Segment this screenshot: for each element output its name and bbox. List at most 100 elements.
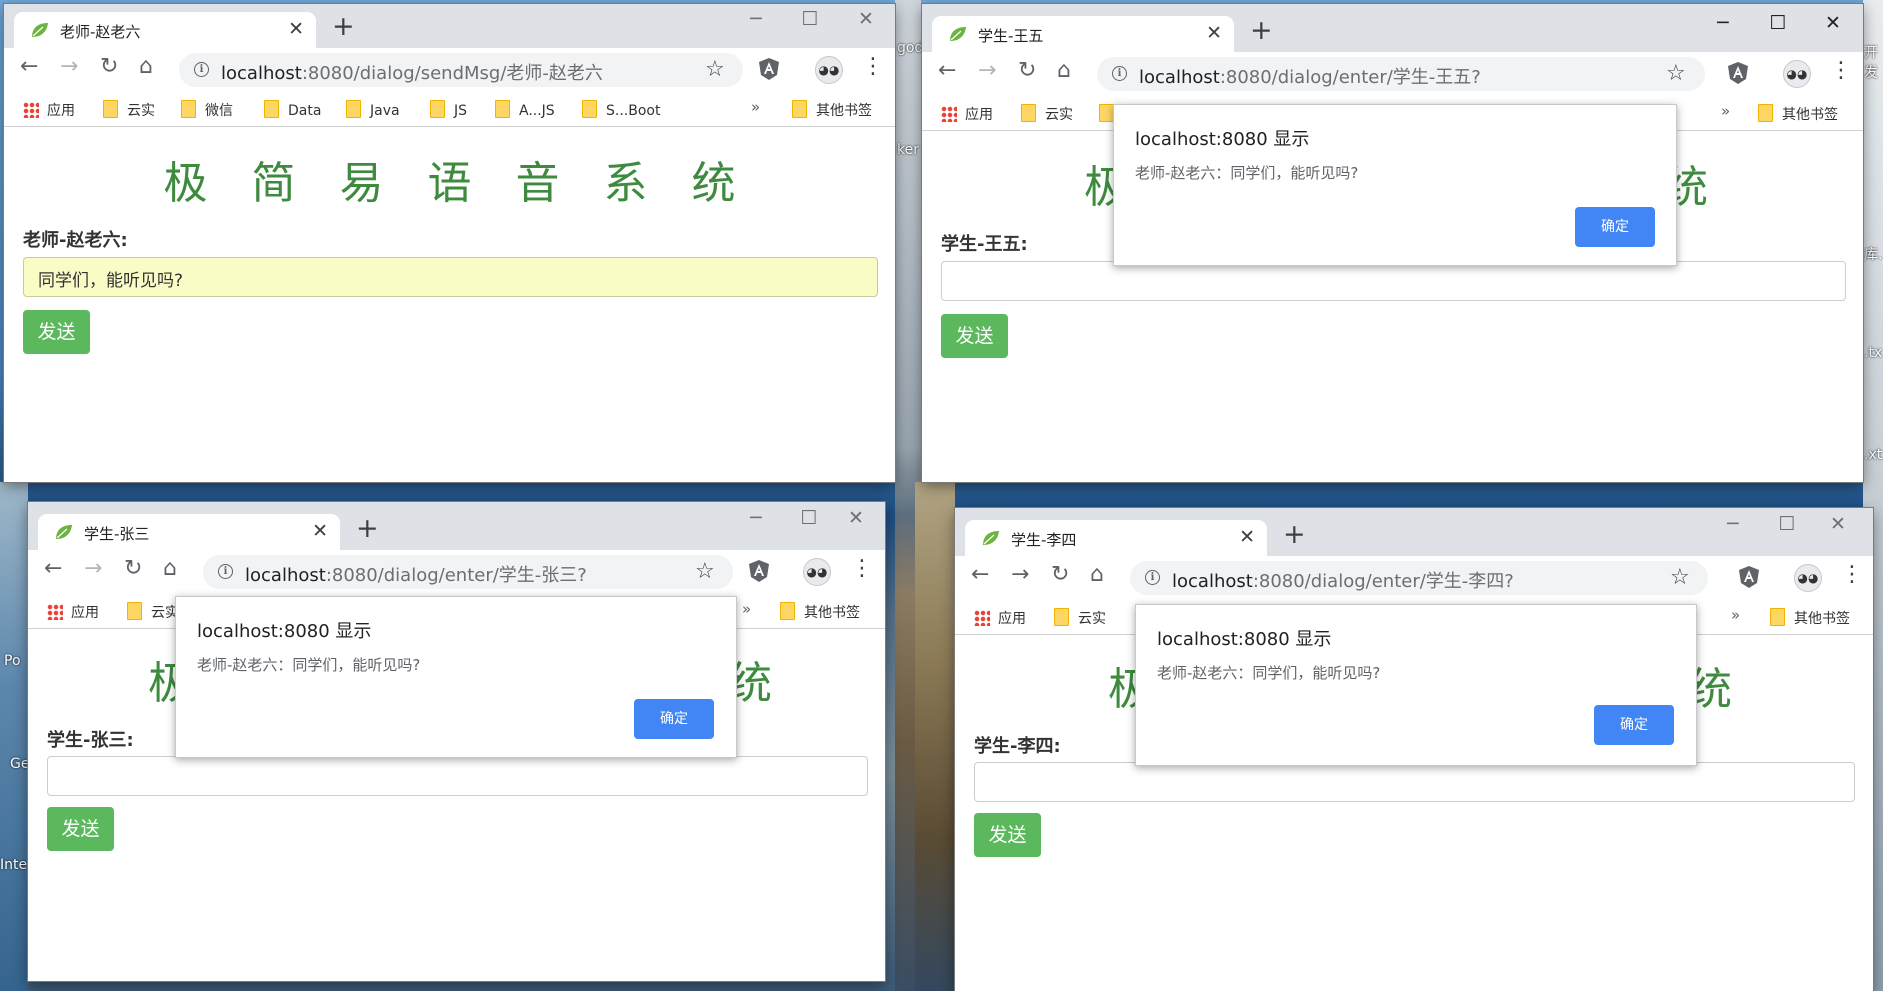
- bookmark-yunshi[interactable]: 云实: [103, 100, 155, 120]
- maximize-button[interactable]: ☐: [1772, 513, 1802, 535]
- bookmark-other[interactable]: 其他书签: [792, 100, 872, 120]
- maximize-button[interactable]: ☐: [795, 8, 825, 30]
- tab-lisi[interactable]: 学生-李四 ✕: [965, 520, 1267, 556]
- reload-button[interactable]: ↻: [124, 556, 142, 581]
- minimize-button[interactable]: ─: [741, 507, 771, 529]
- bookmark-other[interactable]: 其他书签: [1770, 608, 1850, 628]
- send-button[interactable]: 发送: [974, 813, 1041, 857]
- bookmarks-overflow-button[interactable]: »: [742, 600, 751, 618]
- maximize-button[interactable]: ☐: [1763, 12, 1793, 34]
- reload-button[interactable]: ↻: [1018, 58, 1036, 83]
- angular-extension-icon[interactable]: [749, 560, 769, 582]
- back-button[interactable]: ←: [20, 54, 38, 79]
- address-bar[interactable]: i localhost:8080/dialog/enter/学生-李四? ☆: [1130, 561, 1708, 595]
- tab-zhangsan[interactable]: 学生-张三 ✕: [38, 514, 340, 550]
- back-button[interactable]: ←: [44, 556, 62, 581]
- forward-button[interactable]: →: [84, 556, 102, 581]
- bookmark-yunshi[interactable]: 云实: [127, 602, 179, 622]
- bookmark-java[interactable]: Java: [346, 100, 400, 119]
- bookmark-yunshi[interactable]: 云实: [1021, 104, 1073, 124]
- bookmarks-overflow-button[interactable]: »: [1721, 102, 1730, 120]
- bookmark-weixin[interactable]: 微信: [181, 100, 233, 120]
- alert-ok-button[interactable]: 确定: [1575, 207, 1655, 247]
- new-tab-button[interactable]: +: [1283, 521, 1306, 548]
- angular-extension-icon[interactable]: [1739, 566, 1759, 588]
- bookmarks-overflow-button[interactable]: »: [1731, 606, 1740, 624]
- tab-close-icon[interactable]: ✕: [312, 520, 328, 542]
- message-input[interactable]: [47, 756, 868, 796]
- bookmark-apps[interactable]: 应用: [23, 100, 75, 120]
- tab-close-icon[interactable]: ✕: [288, 18, 304, 40]
- message-input[interactable]: [941, 261, 1846, 301]
- bookmark-apps[interactable]: 应用: [941, 104, 993, 124]
- bookmarks-overflow-button[interactable]: »: [751, 98, 760, 116]
- tab-wangwu[interactable]: 学生-王五 ✕: [932, 16, 1234, 52]
- bookmark-apps[interactable]: 应用: [47, 602, 99, 622]
- info-icon[interactable]: i: [1112, 66, 1127, 81]
- new-tab-button[interactable]: +: [332, 13, 355, 40]
- close-window-button[interactable]: ✕: [841, 507, 871, 529]
- forward-button[interactable]: →: [978, 58, 996, 83]
- profile-avatar[interactable]: ◕◕: [1794, 564, 1822, 592]
- close-window-button[interactable]: ✕: [1818, 12, 1848, 34]
- address-bar[interactable]: i localhost:8080/dialog/sendMsg/老师-赵老六 ☆: [179, 53, 743, 87]
- angular-extension-icon[interactable]: [759, 58, 779, 80]
- alert-ok-button[interactable]: 确定: [634, 699, 714, 739]
- url-text[interactable]: localhost:8080/dialog/sendMsg/老师-赵老六: [221, 59, 603, 85]
- message-input[interactable]: 同学们，能听见吗?: [23, 257, 878, 297]
- send-button[interactable]: 发送: [47, 807, 114, 851]
- tab-close-icon[interactable]: ✕: [1239, 526, 1255, 548]
- menu-icon[interactable]: ⋮: [1830, 58, 1852, 83]
- info-icon[interactable]: i: [194, 62, 209, 77]
- minimize-button[interactable]: ─: [741, 8, 771, 30]
- maximize-button[interactable]: ☐: [794, 507, 824, 529]
- menu-icon[interactable]: ⋮: [851, 556, 873, 581]
- tab-close-icon[interactable]: ✕: [1206, 22, 1222, 44]
- address-bar[interactable]: i localhost:8080/dialog/enter/学生-张三? ☆: [203, 555, 733, 589]
- tab-teacher[interactable]: 老师-赵老六 ✕: [14, 12, 316, 48]
- info-icon[interactable]: i: [218, 564, 233, 579]
- alert-ok-button[interactable]: 确定: [1594, 705, 1674, 745]
- bookmark-star-icon[interactable]: ☆: [695, 559, 715, 584]
- reload-button[interactable]: ↻: [1051, 562, 1069, 587]
- message-input[interactable]: [974, 762, 1855, 802]
- menu-icon[interactable]: ⋮: [1841, 562, 1863, 587]
- home-button[interactable]: ⌂: [1090, 562, 1104, 587]
- angular-extension-icon[interactable]: [1728, 62, 1748, 84]
- profile-avatar[interactable]: ◕◕: [803, 558, 831, 586]
- profile-avatar[interactable]: ◕◕: [1783, 60, 1811, 88]
- home-button[interactable]: ⌂: [139, 54, 153, 79]
- info-icon[interactable]: i: [1145, 570, 1160, 585]
- url-text[interactable]: localhost:8080/dialog/enter/学生-王五?: [1139, 63, 1481, 89]
- bookmark-other[interactable]: 其他书签: [780, 602, 860, 622]
- address-bar[interactable]: i localhost:8080/dialog/enter/学生-王五? ☆: [1097, 57, 1705, 91]
- bookmark-yunshi[interactable]: 云实: [1054, 608, 1106, 628]
- bookmark-star-icon[interactable]: ☆: [1666, 61, 1686, 86]
- minimize-button[interactable]: ─: [1718, 513, 1748, 535]
- forward-button[interactable]: →: [60, 54, 78, 79]
- home-button[interactable]: ⌂: [163, 556, 177, 581]
- bookmark-ajs[interactable]: A...JS: [495, 100, 555, 119]
- bookmark-sboot[interactable]: S...Boot: [582, 100, 660, 119]
- bookmark-star-icon[interactable]: ☆: [1670, 565, 1690, 590]
- new-tab-button[interactable]: +: [356, 515, 379, 542]
- bookmark-apps[interactable]: 应用: [974, 608, 1026, 628]
- bookmark-js[interactable]: JS: [430, 100, 467, 119]
- home-button[interactable]: ⌂: [1057, 58, 1071, 83]
- send-button[interactable]: 发送: [23, 310, 90, 354]
- minimize-button[interactable]: ─: [1708, 12, 1738, 34]
- bookmark-data[interactable]: Data: [264, 100, 321, 119]
- close-window-button[interactable]: ✕: [851, 8, 881, 30]
- url-text[interactable]: localhost:8080/dialog/enter/学生-李四?: [1172, 567, 1514, 593]
- url-text[interactable]: localhost:8080/dialog/enter/学生-张三?: [245, 561, 587, 587]
- forward-button[interactable]: →: [1011, 562, 1029, 587]
- bookmark-star-icon[interactable]: ☆: [705, 57, 725, 82]
- send-button[interactable]: 发送: [941, 314, 1008, 358]
- close-window-button[interactable]: ✕: [1823, 513, 1853, 535]
- back-button[interactable]: ←: [938, 58, 956, 83]
- profile-avatar[interactable]: ◕◕: [815, 56, 843, 84]
- new-tab-button[interactable]: +: [1250, 17, 1273, 44]
- back-button[interactable]: ←: [971, 562, 989, 587]
- bookmark-other[interactable]: 其他书签: [1758, 104, 1838, 124]
- menu-icon[interactable]: ⋮: [862, 54, 884, 79]
